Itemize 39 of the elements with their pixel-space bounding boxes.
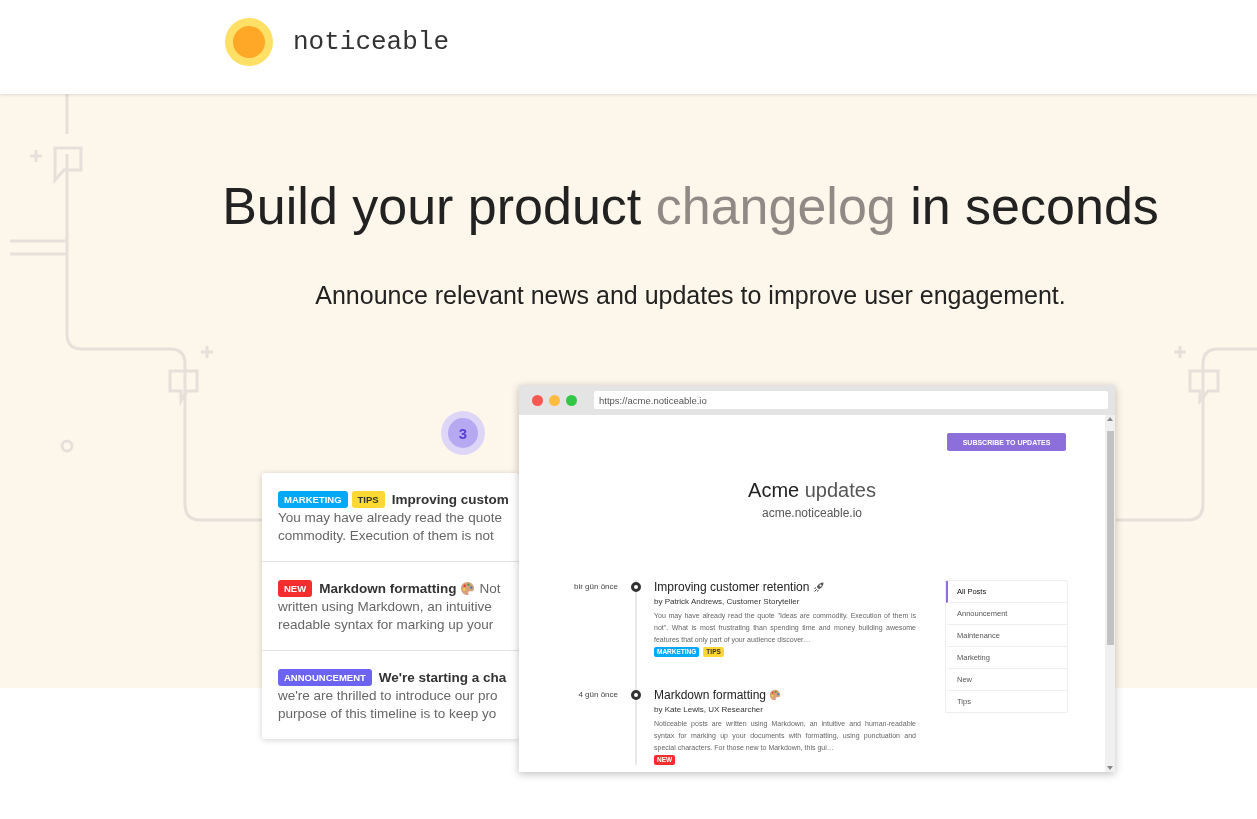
notification-text: written using Markdown, an intuitive xyxy=(278,598,493,616)
notification-text: You may have already read the quote xyxy=(278,509,503,527)
timeline-marker-icon xyxy=(631,690,641,700)
notification-item[interactable]: NEW Markdown formatting Not written using Markdown, an intuitive readable syntax for marking up your xyxy=(262,562,519,651)
changelog-heading: Acme updates xyxy=(747,479,877,502)
post-date: bir gün önce xyxy=(572,581,618,593)
tag-label: NEW xyxy=(278,579,313,597)
sun-logo-icon xyxy=(225,18,273,66)
minimize-dot-icon[interactable] xyxy=(549,394,560,406)
palette-icon xyxy=(460,580,476,596)
notification-text: readable syntax for marking up your xyxy=(278,616,495,634)
palette-icon xyxy=(769,689,782,701)
post-author: by Kate Lewis, UX Researcher xyxy=(654,705,764,714)
notification-item[interactable]: ANNOUNCEMENT We're starting a cha we're are thrilled to introduce our pro purpose of this timeline is to keep yo xyxy=(262,651,519,739)
notification-text: Not xyxy=(479,580,501,596)
notification-text: purpose of this timeline is to keep yo xyxy=(278,705,498,723)
scrollbar[interactable] xyxy=(1105,415,1115,772)
hero-subtitle: Announce relevant news and updates to improve user engagement. xyxy=(314,281,1067,310)
timeline-marker-icon xyxy=(631,582,641,592)
notification-title: Markdown formatting xyxy=(319,580,457,596)
notification-title: Improving custom xyxy=(391,491,509,507)
address-bar[interactable]: https://acme.noticeable.io xyxy=(594,391,1108,409)
hero-heading: Build your product changelog in seconds xyxy=(221,176,1160,237)
close-dot-icon[interactable] xyxy=(532,394,543,406)
notification-title: We're starting a cha xyxy=(378,669,507,685)
maximize-dot-icon[interactable] xyxy=(566,394,577,406)
tag-label: TIPS xyxy=(351,490,385,508)
post-date: 4 gün önce xyxy=(577,689,618,701)
tag-label: MARKETING xyxy=(278,490,348,508)
post-author: by Patrick Andrews, Customer Storyteller xyxy=(654,597,801,606)
notification-item[interactable]: MARKETING TIPS Improving custom You may have already read the quote commodity. Execution of them is not xyxy=(262,473,519,562)
notification-text: we're are thrilled to introduce our pro xyxy=(278,687,499,705)
rocket-icon xyxy=(812,581,825,593)
tag-label: ANNOUNCEMENT xyxy=(278,668,372,686)
notification-text: commodity. Execution of them is not xyxy=(278,527,495,545)
post-title[interactable]: Improving customer retention xyxy=(654,580,916,594)
post-title[interactable]: Markdown formatting xyxy=(654,688,916,702)
logo-text[interactable]: noticeable xyxy=(293,27,450,57)
changelog-domain: acme.noticeable.io xyxy=(760,506,864,520)
